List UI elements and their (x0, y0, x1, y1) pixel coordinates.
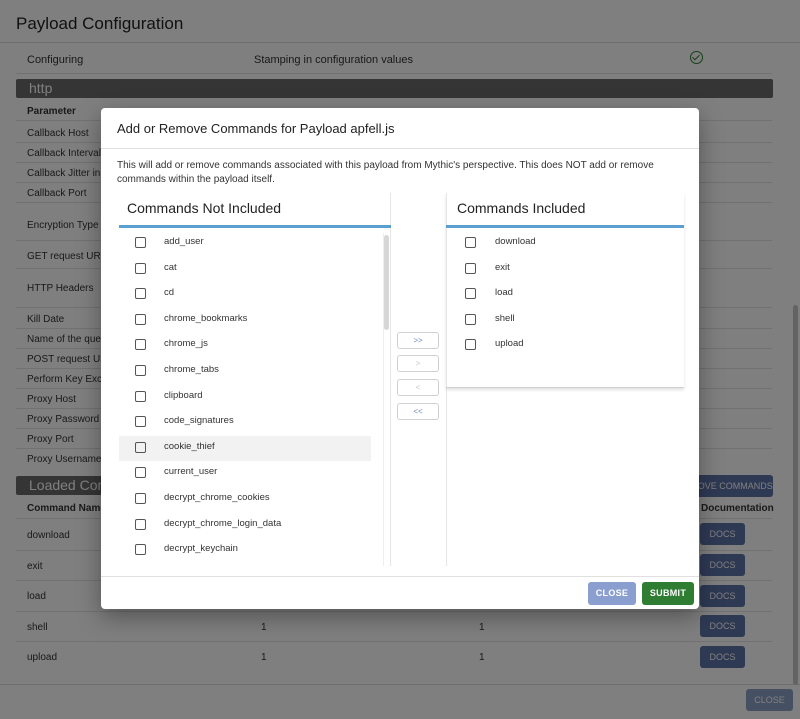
item-checkbox[interactable] (465, 288, 476, 300)
item-checkbox[interactable] (135, 416, 146, 428)
list-item[interactable]: chrome_tabs (119, 359, 391, 385)
move-all-right-button[interactable]: >> (397, 332, 439, 349)
item-checkbox[interactable] (135, 544, 146, 556)
move-all-left-button[interactable]: << (397, 403, 439, 420)
item-label: current_user (164, 466, 218, 478)
move-right-button[interactable]: > (397, 355, 439, 372)
commands-included-panel: Commands Included download exit load she… (446, 193, 684, 566)
item-checkbox[interactable] (135, 390, 146, 402)
list-item[interactable]: decrypt_chrome_cookies (119, 487, 391, 513)
item-label: chrome_tabs (164, 363, 219, 375)
close-button[interactable]: CLOSE (588, 582, 636, 605)
item-label: upload (495, 338, 524, 350)
item-checkbox[interactable] (135, 313, 146, 325)
add-remove-commands-dialog: Add or Remove Commands for Payload apfel… (101, 108, 699, 609)
list-item[interactable]: cat (119, 257, 391, 283)
item-checkbox[interactable] (465, 237, 476, 248)
item-label: download (495, 236, 536, 247)
item-label: cd (164, 287, 175, 299)
item-checkbox[interactable] (135, 518, 146, 530)
list-item[interactable]: upload (446, 333, 684, 359)
item-label: chrome_bookmarks (164, 312, 248, 324)
item-label: decrypt_chrome_cookies (164, 491, 270, 503)
item-checkbox[interactable] (135, 288, 146, 300)
item-checkbox[interactable] (135, 364, 146, 376)
list-item[interactable]: shell (446, 308, 684, 334)
item-label: add_user (164, 236, 204, 247)
commands-included-title: Commands Included (457, 200, 586, 216)
dialog-title: Add or Remove Commands for Payload apfel… (117, 121, 395, 136)
list-item[interactable]: current_user (119, 461, 391, 487)
item-checkbox[interactable] (465, 313, 476, 325)
item-checkbox[interactable] (135, 492, 146, 504)
dialog-title-divider (101, 148, 699, 149)
item-checkbox[interactable] (135, 339, 146, 351)
item-checkbox[interactable] (465, 262, 476, 274)
included-list: download exit load shell upload (446, 231, 684, 566)
item-label: cookie_thief (164, 440, 215, 452)
list-item[interactable]: code_signatures (119, 410, 391, 436)
list-item[interactable]: chrome_js (119, 333, 391, 359)
list-item[interactable]: decrypt_keychain (119, 538, 391, 564)
item-checkbox[interactable] (135, 237, 146, 248)
item-label: load (495, 287, 513, 299)
item-checkbox[interactable] (465, 339, 476, 351)
list-item[interactable]: cd (119, 282, 391, 308)
dialog-footer-divider (101, 576, 699, 577)
panel-accent-rule (446, 225, 684, 228)
submit-button[interactable]: SUBMIT (642, 582, 694, 605)
item-label: decrypt_keychain (164, 543, 238, 555)
item-checkbox[interactable] (135, 467, 146, 479)
list-item[interactable]: load (446, 282, 684, 308)
item-label: shell (495, 312, 515, 324)
item-label: chrome_js (164, 338, 208, 350)
list-item[interactable]: add_user (119, 231, 391, 257)
list-item[interactable]: exit (446, 257, 684, 283)
item-checkbox[interactable] (135, 441, 146, 453)
dialog-description: This will add or remove commands associa… (117, 160, 654, 185)
panel-accent-rule (119, 225, 391, 228)
item-label: exit (495, 261, 510, 273)
list-item-hovered[interactable]: cookie_thief (119, 435, 371, 462)
move-left-button[interactable]: < (397, 379, 439, 396)
item-label: cat (164, 261, 177, 273)
list-item[interactable]: chrome_bookmarks (119, 308, 391, 334)
item-label: code_signatures (164, 415, 234, 427)
item-label: clipboard (164, 389, 203, 401)
not-included-list: add_user cat cd chrome_bookmarks chrome_… (119, 231, 391, 566)
list-item[interactable]: download (446, 231, 684, 257)
item-checkbox[interactable] (135, 262, 146, 274)
item-label: decrypt_chrome_login_data (164, 517, 282, 529)
list-item[interactable]: clipboard (119, 385, 391, 411)
list-item[interactable]: decrypt_chrome_login_data (119, 513, 391, 539)
commands-not-included-panel: Commands Not Included add_user cat cd ch… (119, 193, 391, 566)
commands-not-included-title: Commands Not Included (127, 200, 282, 216)
